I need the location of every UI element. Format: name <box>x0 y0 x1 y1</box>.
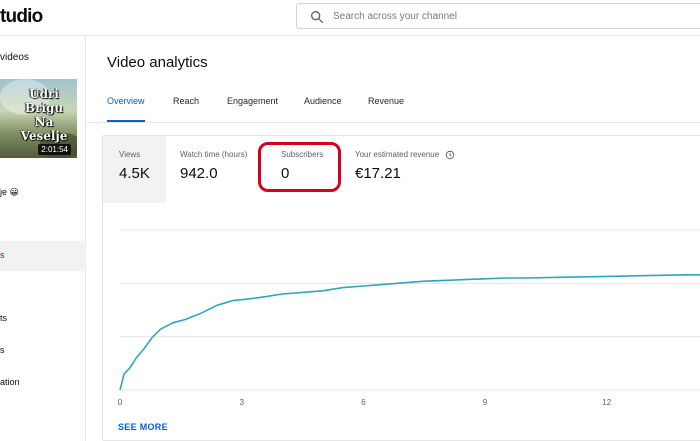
thumbnail-title: Udri Brigu Na Veselje <box>20 87 68 143</box>
metric-estimated-revenue[interactable]: Your estimated revenue €17.21 <box>341 136 471 203</box>
sidebar-item-subtitles[interactable]: s <box>0 345 5 355</box>
x-tick-label: 12 <box>602 398 611 407</box>
metric-views[interactable]: Views 4.5K <box>103 136 166 203</box>
metric-value: €17.21 <box>355 165 401 182</box>
tab-audience[interactable]: Audience <box>304 96 342 106</box>
metric-label: Your estimated revenue <box>355 150 440 159</box>
search-input[interactable] <box>333 7 693 26</box>
page-title: Video analytics <box>107 54 208 71</box>
metric-label: Views <box>119 150 141 159</box>
tabs-divider <box>86 122 700 123</box>
x-tick-label: 3 <box>239 398 244 407</box>
video-thumbnail[interactable]: Udri Brigu Na Veselje 2:01:54 <box>0 79 77 158</box>
metric-value: 942.0 <box>180 165 218 182</box>
tab-engagement[interactable]: Engagement <box>227 96 278 106</box>
sidebar-item-monetization[interactable]: ation <box>0 377 20 387</box>
tab-reach[interactable]: Reach <box>173 96 199 106</box>
sidebar: videos Udri Brigu Na Veselje 2:01:54 je … <box>0 37 86 441</box>
x-tick-label: 9 <box>483 398 488 407</box>
views-line-chart: 0 3 6 9 12 <box>118 229 700 407</box>
search-icon[interactable] <box>309 9 325 25</box>
top-bar: tudio <box>0 0 700 36</box>
chart-series-line <box>119 273 700 391</box>
metric-watch-time[interactable]: Watch time (hours) 942.0 <box>166 136 266 203</box>
studio-logo[interactable]: tudio <box>0 6 43 28</box>
video-duration: 2:01:54 <box>38 144 71 155</box>
see-more-link[interactable]: SEE MORE <box>118 422 168 432</box>
metric-value: 4.5K <box>119 165 150 182</box>
info-icon[interactable] <box>445 150 455 160</box>
back-to-videos-link[interactable]: videos <box>0 52 29 63</box>
sidebar-item-comments[interactable]: ts <box>0 313 7 323</box>
sidebar-item-label: s <box>0 250 5 260</box>
x-tick-label: 0 <box>118 398 123 407</box>
metric-label: Watch time (hours) <box>180 150 248 159</box>
sidebar-item-analytics[interactable]: s <box>0 241 86 271</box>
subscribers-highlight <box>258 142 341 192</box>
tab-overview[interactable]: Overview <box>107 96 145 106</box>
tab-revenue[interactable]: Revenue <box>368 96 404 106</box>
x-tick-label: 6 <box>361 398 366 407</box>
search-box[interactable] <box>296 3 700 29</box>
video-title: je 😀 <box>0 187 19 197</box>
